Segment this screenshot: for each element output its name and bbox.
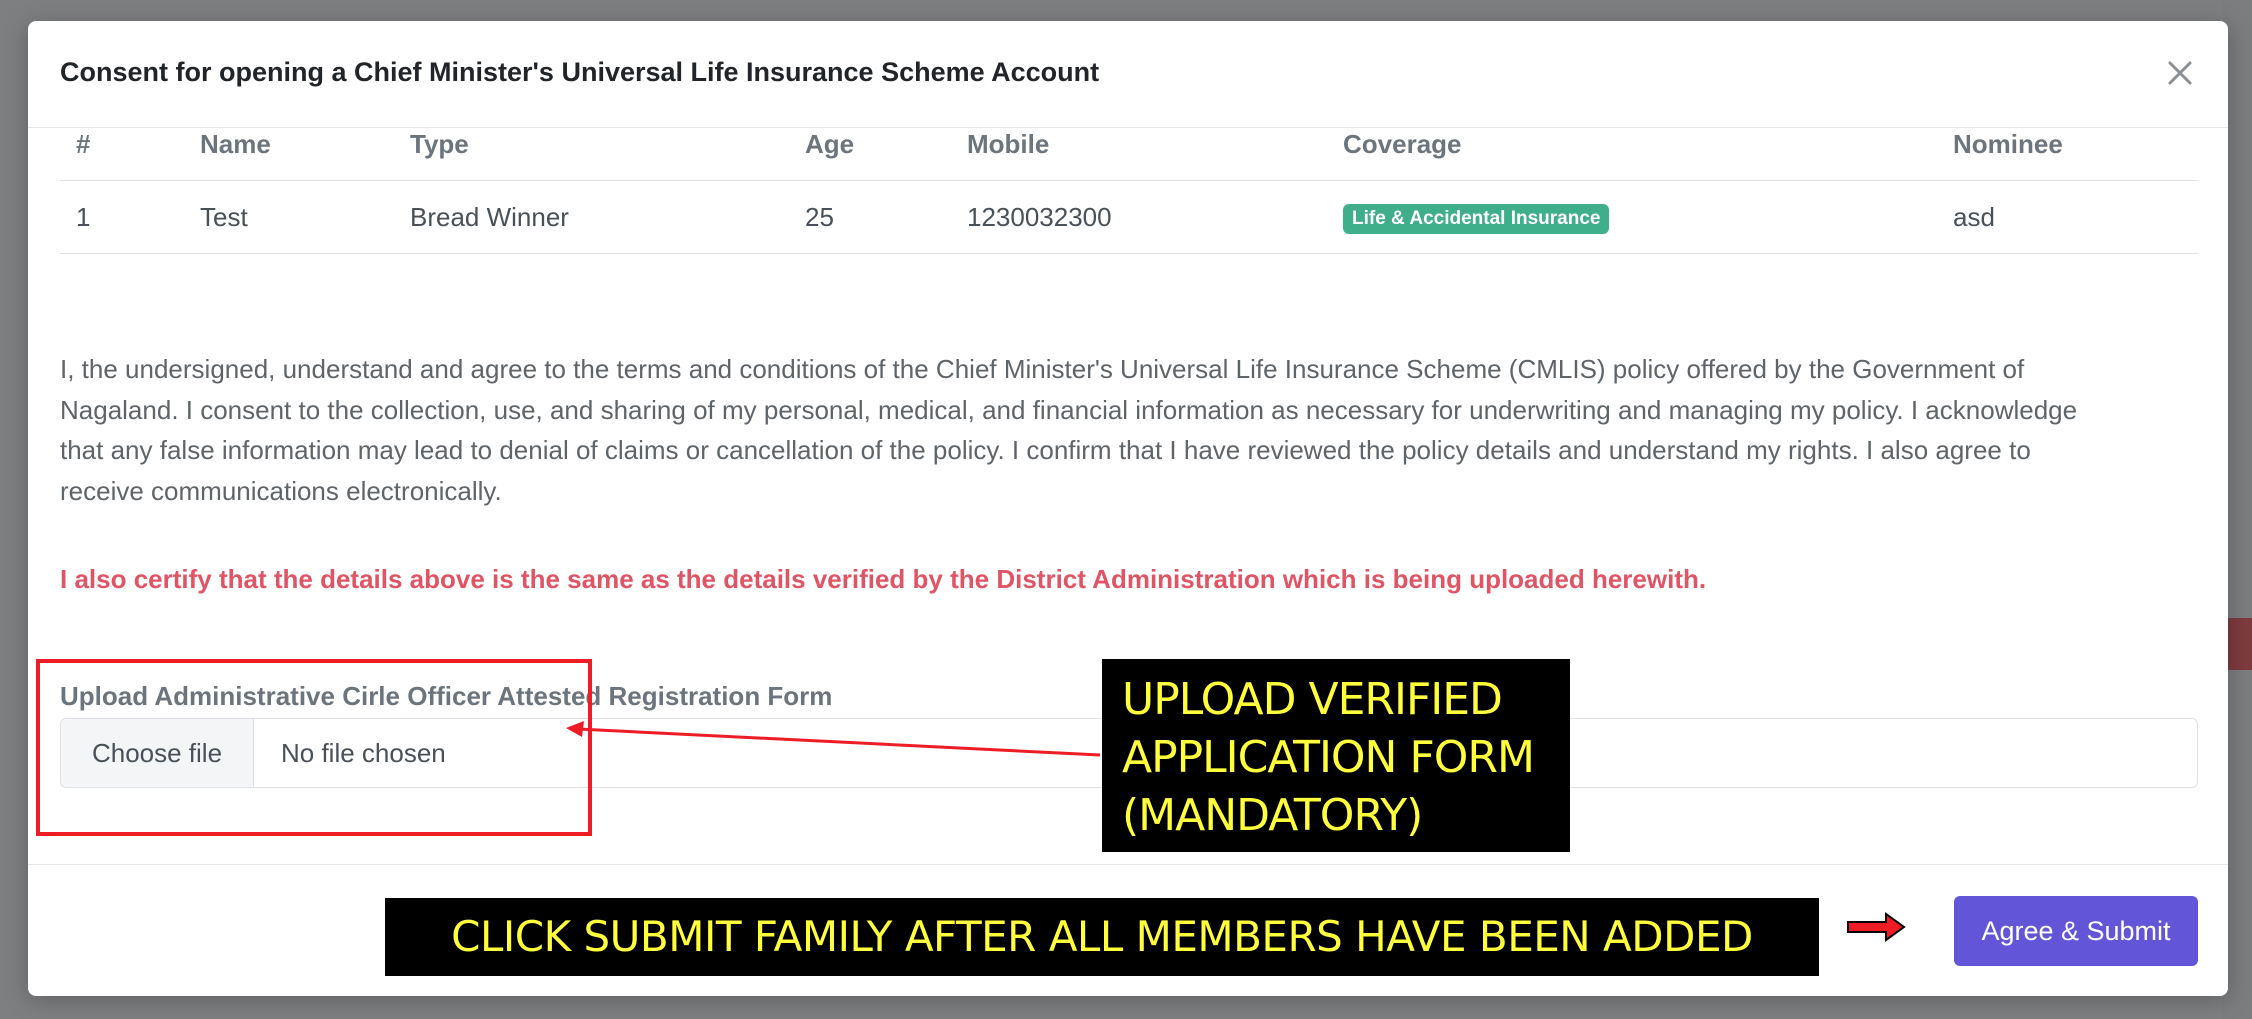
header-age: Age [805, 129, 855, 159]
annotation-line: (MANDATORY) [1122, 790, 1423, 841]
cell-age: 25 [805, 202, 834, 232]
close-icon [2168, 61, 2192, 85]
header-coverage: Coverage [1343, 129, 1462, 159]
submit-annotation-callout: CLICK SUBMIT FAMILY AFTER ALL MEMBERS HA… [385, 898, 1819, 976]
upload-annotation-callout: UPLOAD VERIFIED APPLICATION FORM (MANDAT… [1102, 659, 1570, 852]
consent-line: Nagaland. I consent to the collection, u… [60, 394, 2078, 425]
table-header-row: # Name Type Age Mobile Coverage Nominee [60, 108, 2198, 181]
table-row: 1 Test Bread Winner 25 1230032300 Life &… [60, 181, 2198, 254]
cell-nominee: asd [1953, 202, 1995, 232]
coverage-badge: Life & Accidental Insurance [1343, 204, 1610, 235]
right-arrow-icon [1847, 912, 1906, 942]
header-mobile: Mobile [967, 129, 1050, 159]
annotation-arrow [566, 721, 1101, 757]
annotation-line: APPLICATION FORM [1122, 732, 1535, 783]
modal-footer-divider [28, 864, 2228, 865]
consent-paragraph: I, the undersigned, understand and agree… [60, 349, 2200, 511]
cell-coverage: Life & Accidental Insurance [1343, 181, 1610, 253]
cell-name: Test [200, 202, 248, 232]
cell-type: Bread Winner [410, 202, 569, 232]
modal-title: Consent for opening a Chief Minister's U… [60, 57, 1100, 87]
upload-highlight-box [36, 659, 592, 836]
cell-mobile: 1230032300 [967, 202, 1112, 232]
consent-line: that any false information may lead to d… [60, 435, 2031, 465]
certify-statement: I also certify that the details above is… [60, 564, 1707, 594]
cell-number: 1 [76, 202, 91, 232]
header-nominee: Nominee [1953, 129, 2063, 159]
agree-submit-button[interactable]: Agree & Submit [1954, 896, 2198, 966]
members-table: # Name Type Age Mobile Coverage Nominee … [60, 108, 2198, 254]
consent-line: I, the undersigned, understand and agree… [60, 354, 2025, 384]
close-button[interactable] [2160, 53, 2200, 93]
header-number: # [76, 129, 91, 159]
background-badge-fragment [2224, 618, 2252, 670]
annotation-line: UPLOAD VERIFIED [1122, 674, 1503, 725]
header-type: Type [410, 129, 469, 159]
header-name: Name [200, 129, 271, 159]
consent-line: receive communications electronically. [60, 475, 502, 506]
